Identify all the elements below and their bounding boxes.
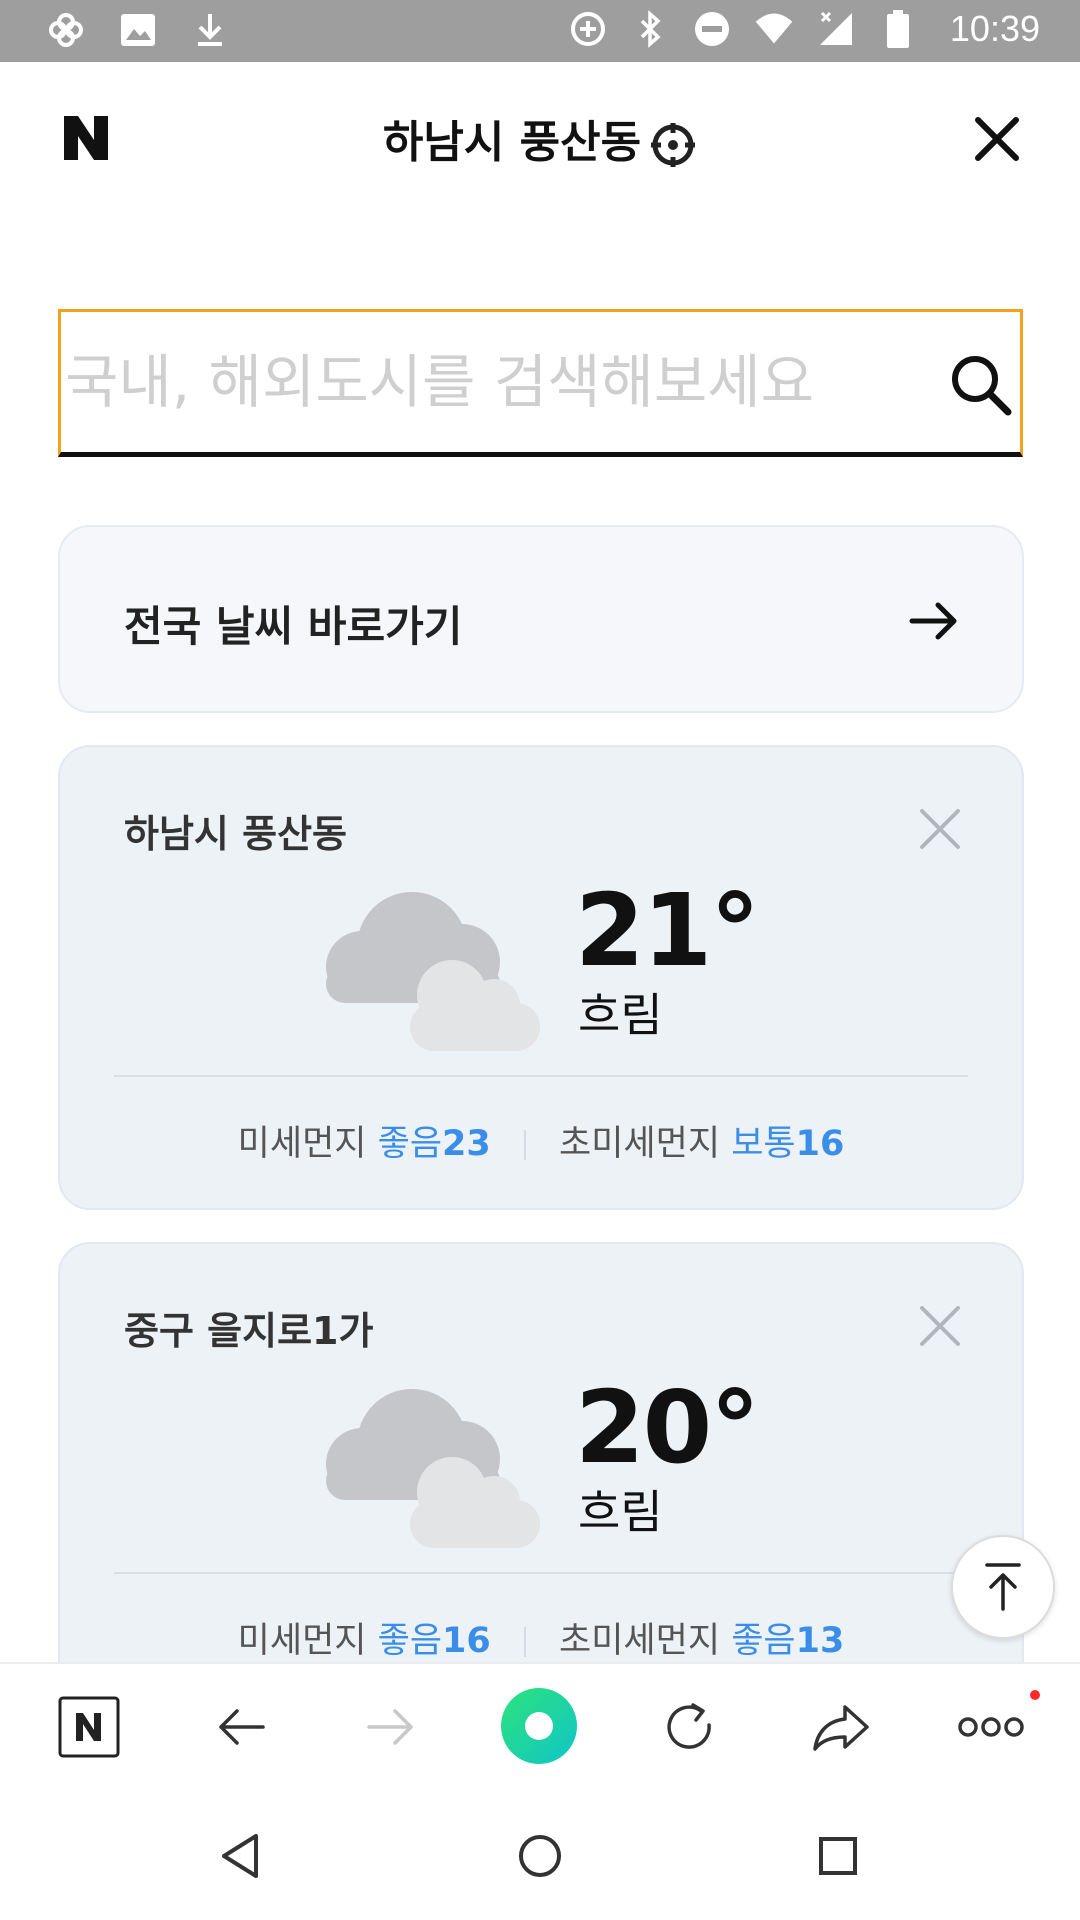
national-weather-shortcut[interactable]: 전국 날씨 바로가기 bbox=[58, 525, 1024, 713]
status-bar: 10:39 bbox=[0, 0, 1080, 62]
share-icon[interactable] bbox=[806, 1692, 876, 1762]
arrow-right-icon bbox=[906, 593, 962, 649]
nav-home-icon[interactable] bbox=[514, 1830, 566, 1882]
dnd-icon bbox=[692, 9, 732, 49]
fine-dust-status: 좋음 bbox=[377, 1621, 443, 1661]
back-arrow-icon[interactable] bbox=[206, 1692, 276, 1762]
search-input[interactable] bbox=[61, 312, 921, 452]
separator bbox=[523, 1130, 526, 1160]
page-title[interactable]: 하남시 풍산동 bbox=[0, 106, 1080, 170]
remove-icon[interactable] bbox=[918, 807, 962, 851]
nav-back-icon[interactable] bbox=[216, 1830, 268, 1882]
image-icon bbox=[118, 10, 158, 50]
close-icon[interactable] bbox=[970, 112, 1024, 166]
fine-dust-status: 좋음 bbox=[377, 1124, 443, 1164]
download-icon bbox=[190, 10, 230, 50]
crosshair-icon[interactable] bbox=[649, 121, 697, 169]
green-dot-icon[interactable] bbox=[497, 1684, 581, 1768]
shortcut-label: 전국 날씨 바로가기 bbox=[124, 602, 463, 651]
ultra-dust-status: 좋음 bbox=[731, 1621, 796, 1661]
arrow-up-icon bbox=[985, 1563, 1021, 1611]
fine-dust-label: 미세먼지 bbox=[237, 1621, 367, 1661]
dust-info: 미세먼지 좋음16 초미세먼지 좋음13 bbox=[60, 1612, 1022, 1663]
ultra-dust-label: 초미세먼지 bbox=[559, 1124, 721, 1164]
refresh-icon[interactable] bbox=[656, 1692, 726, 1762]
cloudy-icon bbox=[312, 877, 552, 1057]
card-location: 하남시 풍산동 bbox=[124, 812, 347, 856]
card-location: 중구 을지로1가 bbox=[124, 1309, 374, 1353]
temperature: 20° bbox=[575, 1369, 760, 1486]
weather-card[interactable]: 하남시 풍산동 21° 흐림 미세먼지 좋음23 초미세먼지 보통16 bbox=[58, 745, 1024, 1210]
weather-card[interactable]: 중구 을지로1가 20° 흐림 미세먼지 좋음16 초미세먼지 좋음13 bbox=[58, 1242, 1024, 1707]
separator bbox=[523, 1627, 526, 1657]
signal-icon bbox=[816, 9, 856, 49]
more-icon[interactable] bbox=[956, 1692, 1026, 1762]
cloudy-icon bbox=[312, 1374, 552, 1554]
wifi-icon bbox=[754, 9, 794, 49]
ultra-dust-value: 16 bbox=[795, 1124, 845, 1164]
fine-dust-value: 16 bbox=[442, 1621, 491, 1661]
fine-dust-value: 23 bbox=[442, 1124, 491, 1164]
ultra-dust-label: 초미세먼지 bbox=[559, 1621, 721, 1661]
dust-info: 미세먼지 좋음23 초미세먼지 보통16 bbox=[60, 1115, 1022, 1166]
naver-home-icon[interactable] bbox=[54, 1692, 124, 1762]
ultra-dust-value: 13 bbox=[795, 1621, 845, 1661]
condition: 흐림 bbox=[578, 1485, 663, 1539]
android-nav-bar bbox=[0, 1792, 1080, 1920]
notification-dot bbox=[1030, 1690, 1040, 1700]
clock: 10:39 bbox=[949, 8, 1040, 49]
battery-icon bbox=[878, 9, 918, 49]
page-title-text: 하남시 풍산동 bbox=[382, 117, 642, 168]
fine-dust-label: 미세먼지 bbox=[237, 1124, 367, 1164]
search-icon[interactable] bbox=[948, 352, 1014, 418]
search-box bbox=[58, 309, 1023, 457]
temperature: 21° bbox=[575, 872, 760, 989]
header: 하남시 풍산동 bbox=[0, 62, 1080, 217]
nav-recents-icon[interactable] bbox=[812, 1830, 864, 1882]
scroll-to-top-button[interactable] bbox=[951, 1535, 1055, 1639]
bluetooth-icon bbox=[630, 9, 670, 49]
forward-arrow-icon[interactable] bbox=[356, 1692, 426, 1762]
pinwheel-icon bbox=[46, 10, 86, 50]
remove-icon[interactable] bbox=[918, 1304, 962, 1348]
condition: 흐림 bbox=[578, 988, 663, 1042]
divider bbox=[114, 1572, 968, 1574]
data-saver-icon bbox=[568, 9, 608, 49]
ultra-dust-status: 보통 bbox=[731, 1124, 796, 1164]
divider bbox=[114, 1075, 968, 1077]
browser-toolbar bbox=[0, 1662, 1080, 1792]
